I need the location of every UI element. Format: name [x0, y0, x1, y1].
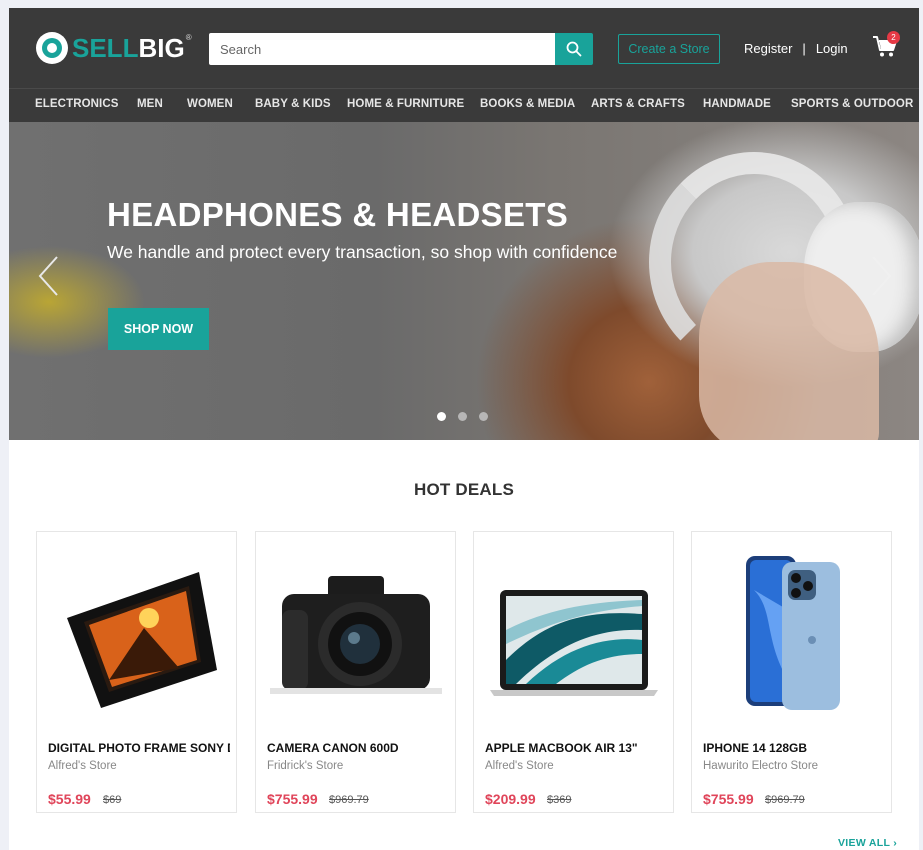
product-old-price: $969.79: [329, 794, 369, 806]
hero-banner: HEADPHONES & HEADSETS We handle and prot…: [9, 122, 919, 440]
chevron-right-icon: [872, 256, 892, 296]
nav-sports-outdoor[interactable]: SPORTS & OUTDOOR: [791, 98, 913, 110]
product-price: $209.99: [485, 791, 536, 807]
cart-button[interactable]: 2: [871, 31, 901, 62]
phone-image: [746, 556, 840, 710]
product-store[interactable]: Alfred's Store: [485, 760, 554, 772]
cart-count-badge: 2: [887, 31, 900, 44]
product-card[interactable]: APPLE MACBOOK AIR 13" Alfred's Store $20…: [473, 531, 674, 813]
product-price: $755.99: [267, 791, 318, 807]
shop-now-button[interactable]: SHOP NOW: [108, 308, 209, 350]
hot-deals-title: HOT DEALS: [413, 480, 515, 499]
product-price: $55.99: [48, 791, 91, 807]
nav-handmade[interactable]: HANDMADE: [703, 98, 771, 110]
nav-men[interactable]: MEN: [137, 98, 163, 110]
laptop-image: [490, 590, 658, 696]
nav-home-furniture[interactable]: HOME & FURNITURE: [347, 98, 464, 110]
product-card[interactable]: DIGITAL PHOTO FRAME SONY DI... Alfred's …: [36, 531, 237, 813]
product-name[interactable]: APPLE MACBOOK AIR 13": [485, 741, 667, 755]
product-old-price: $369: [547, 794, 572, 806]
nav-women[interactable]: WOMEN: [187, 98, 233, 110]
nav-baby-kids[interactable]: BABY & KIDS: [255, 98, 331, 110]
product-card[interactable]: CAMERA CANON 600D Fridrick's Store $755.…: [255, 531, 456, 813]
auth-links: Register | Login: [744, 41, 848, 56]
register-link[interactable]: Register: [744, 41, 792, 56]
carousel-next-button[interactable]: [865, 254, 895, 298]
camera-image: [270, 576, 442, 694]
product-store[interactable]: Alfred's Store: [48, 760, 117, 772]
carousel-prev-button[interactable]: [35, 254, 65, 298]
hand-image: [699, 262, 879, 440]
product-store[interactable]: Hawurito Electro Store: [703, 760, 818, 772]
search-input[interactable]: [209, 33, 555, 65]
chevron-left-icon: [38, 256, 58, 296]
logo-icon: [36, 32, 68, 64]
product-old-price: $969.79: [765, 794, 805, 806]
category-nav: ELECTRONICS MEN WOMEN BABY & KIDS HOME &…: [9, 88, 919, 122]
carousel-dot-3[interactable]: [479, 412, 488, 421]
hero-subtitle: We handle and protect every transaction,…: [107, 242, 618, 262]
product-old-price: $69: [103, 794, 122, 806]
carousel-dots: [437, 412, 488, 421]
logo-big-text: BIG: [138, 32, 185, 63]
carousel-dot-2[interactable]: [458, 412, 467, 421]
nav-arts-crafts[interactable]: ARTS & CRAFTS: [591, 98, 685, 110]
nav-books-media[interactable]: BOOKS & MEDIA: [480, 98, 575, 110]
page-frame: SELLBIG ® Create a Store Register | Logi…: [9, 8, 919, 850]
product-name[interactable]: CAMERA CANON 600D: [267, 741, 449, 755]
search-icon: [566, 41, 582, 57]
search-button[interactable]: [555, 33, 593, 65]
product-card[interactable]: IPHONE 14 128GB Hawurito Electro Store $…: [691, 531, 892, 813]
product-name[interactable]: DIGITAL PHOTO FRAME SONY DI...: [48, 741, 230, 755]
product-name[interactable]: IPHONE 14 128GB: [703, 741, 885, 755]
sellbig-logo[interactable]: SELLBIG ®: [36, 30, 192, 66]
carousel-dot-1[interactable]: [437, 412, 446, 421]
hero-title: HEADPHONES & HEADSETS: [107, 196, 569, 233]
registered-mark: ®: [185, 33, 192, 42]
top-header: SELLBIG ® Create a Store Register | Logi…: [9, 8, 919, 88]
product-price: $755.99: [703, 791, 754, 807]
logo-text: SELLBIG: [72, 33, 185, 64]
product-store[interactable]: Fridrick's Store: [267, 760, 343, 772]
nav-electronics[interactable]: ELECTRONICS: [35, 98, 119, 110]
create-store-button[interactable]: Create a Store: [618, 34, 720, 64]
auth-separator: |: [802, 41, 806, 56]
view-all-link[interactable]: VIEW ALL ›: [838, 837, 897, 849]
search-bar: [209, 33, 593, 65]
login-link[interactable]: Login: [816, 41, 848, 56]
photo-frame-image: [67, 572, 217, 708]
logo-sell-text: SELL: [72, 32, 139, 63]
